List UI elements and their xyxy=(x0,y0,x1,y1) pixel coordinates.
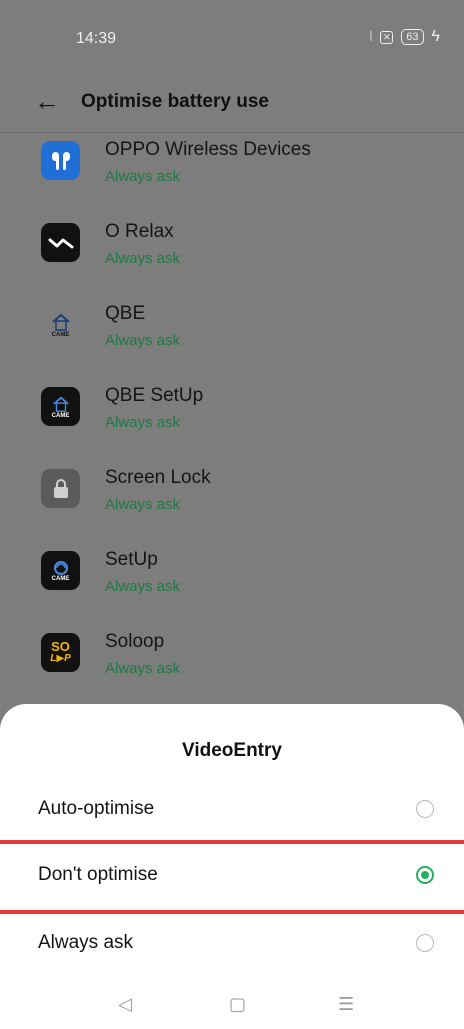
setup-came-app-icon: CAME xyxy=(41,551,80,590)
option-always-ask[interactable]: Always ask xyxy=(0,912,464,976)
app-status: Always ask xyxy=(105,496,181,513)
system-nav-bar: ◁ ▢ ☰ xyxy=(0,994,464,1029)
earbuds-app-icon xyxy=(41,141,80,180)
soloop-app-icon: SO L▶P xyxy=(41,633,80,672)
option-auto-optimise[interactable]: Auto-optimise xyxy=(0,778,464,842)
soloop-icon-loop: L▶P xyxy=(50,652,71,664)
app-name: Screen Lock xyxy=(105,467,211,488)
radio-button[interactable] xyxy=(416,800,434,818)
option-label: Always ask xyxy=(38,932,134,953)
status-time: 14:39 xyxy=(76,30,117,47)
app-name: Soloop xyxy=(105,631,165,652)
app-status: Always ask xyxy=(105,414,181,431)
app-name: SetUp xyxy=(105,549,158,570)
app-header: ← Optimise battery use xyxy=(0,78,464,133)
no-sim-icon: ✕ xyxy=(380,30,394,44)
status-icons: ⦚ ✕ 63 ϟ xyxy=(370,28,440,46)
nav-home-icon[interactable]: ▢ xyxy=(229,994,246,1015)
o-relax-app-icon xyxy=(41,223,80,262)
radio-button[interactable] xyxy=(416,934,434,952)
came-label: CAME xyxy=(51,575,70,582)
option-label: Don't optimise xyxy=(38,864,158,885)
app-status: Always ask xyxy=(105,660,181,677)
lock-app-icon xyxy=(41,469,80,508)
vibrate-icon: ⦚ xyxy=(369,29,373,44)
back-arrow-icon[interactable]: ← xyxy=(34,88,60,114)
list-item[interactable]: SO L▶P Soloop Always ask xyxy=(0,625,464,705)
nav-recents-icon[interactable]: ☰ xyxy=(338,994,354,1015)
battery-level: 63 xyxy=(401,29,424,45)
list-item[interactable]: CAME QBE Always ask xyxy=(0,297,464,377)
radio-button-selected[interactable] xyxy=(416,866,434,884)
optimisation-bottom-sheet: VideoEntry Auto-optimise Don't optimise … xyxy=(0,704,464,1029)
list-item[interactable]: OPPO Wireless Devices Always ask xyxy=(0,133,464,213)
app-status: Always ask xyxy=(105,578,181,595)
list-item[interactable]: CAME SetUp Always ask xyxy=(0,543,464,623)
option-label: Auto-optimise xyxy=(38,798,155,819)
status-bar: 14:39 ⦚ ✕ 63 ϟ xyxy=(0,0,464,78)
nav-back-icon[interactable]: ◁ xyxy=(118,994,132,1015)
app-name: QBE SetUp xyxy=(105,385,204,406)
app-name: QBE xyxy=(105,303,146,324)
app-name: OPPO Wireless Devices xyxy=(105,139,311,160)
came-label: CAME xyxy=(51,331,70,338)
screen: 14:39 ⦚ ✕ 63 ϟ ← Optimise battery use OP… xyxy=(0,0,464,1029)
app-status: Always ask xyxy=(105,332,181,349)
qbe-setup-came-app-icon: CAME xyxy=(41,387,80,426)
app-name: O Relax xyxy=(105,221,174,242)
list-item[interactable]: Screen Lock Always ask xyxy=(0,461,464,541)
qbe-came-app-icon: CAME xyxy=(41,305,80,344)
option-dont-optimise[interactable]: Don't optimise xyxy=(0,844,464,908)
soloop-icon-so: SO xyxy=(51,638,70,654)
page-title: Optimise battery use xyxy=(81,91,269,112)
sheet-title: VideoEntry xyxy=(182,740,282,761)
app-status: Always ask xyxy=(105,168,181,185)
list-item[interactable]: O Relax Always ask xyxy=(0,215,464,295)
app-status: Always ask xyxy=(105,250,181,267)
charging-icon: ϟ xyxy=(431,28,440,45)
list-item[interactable]: CAME QBE SetUp Always ask xyxy=(0,379,464,459)
came-label: CAME xyxy=(51,412,70,419)
